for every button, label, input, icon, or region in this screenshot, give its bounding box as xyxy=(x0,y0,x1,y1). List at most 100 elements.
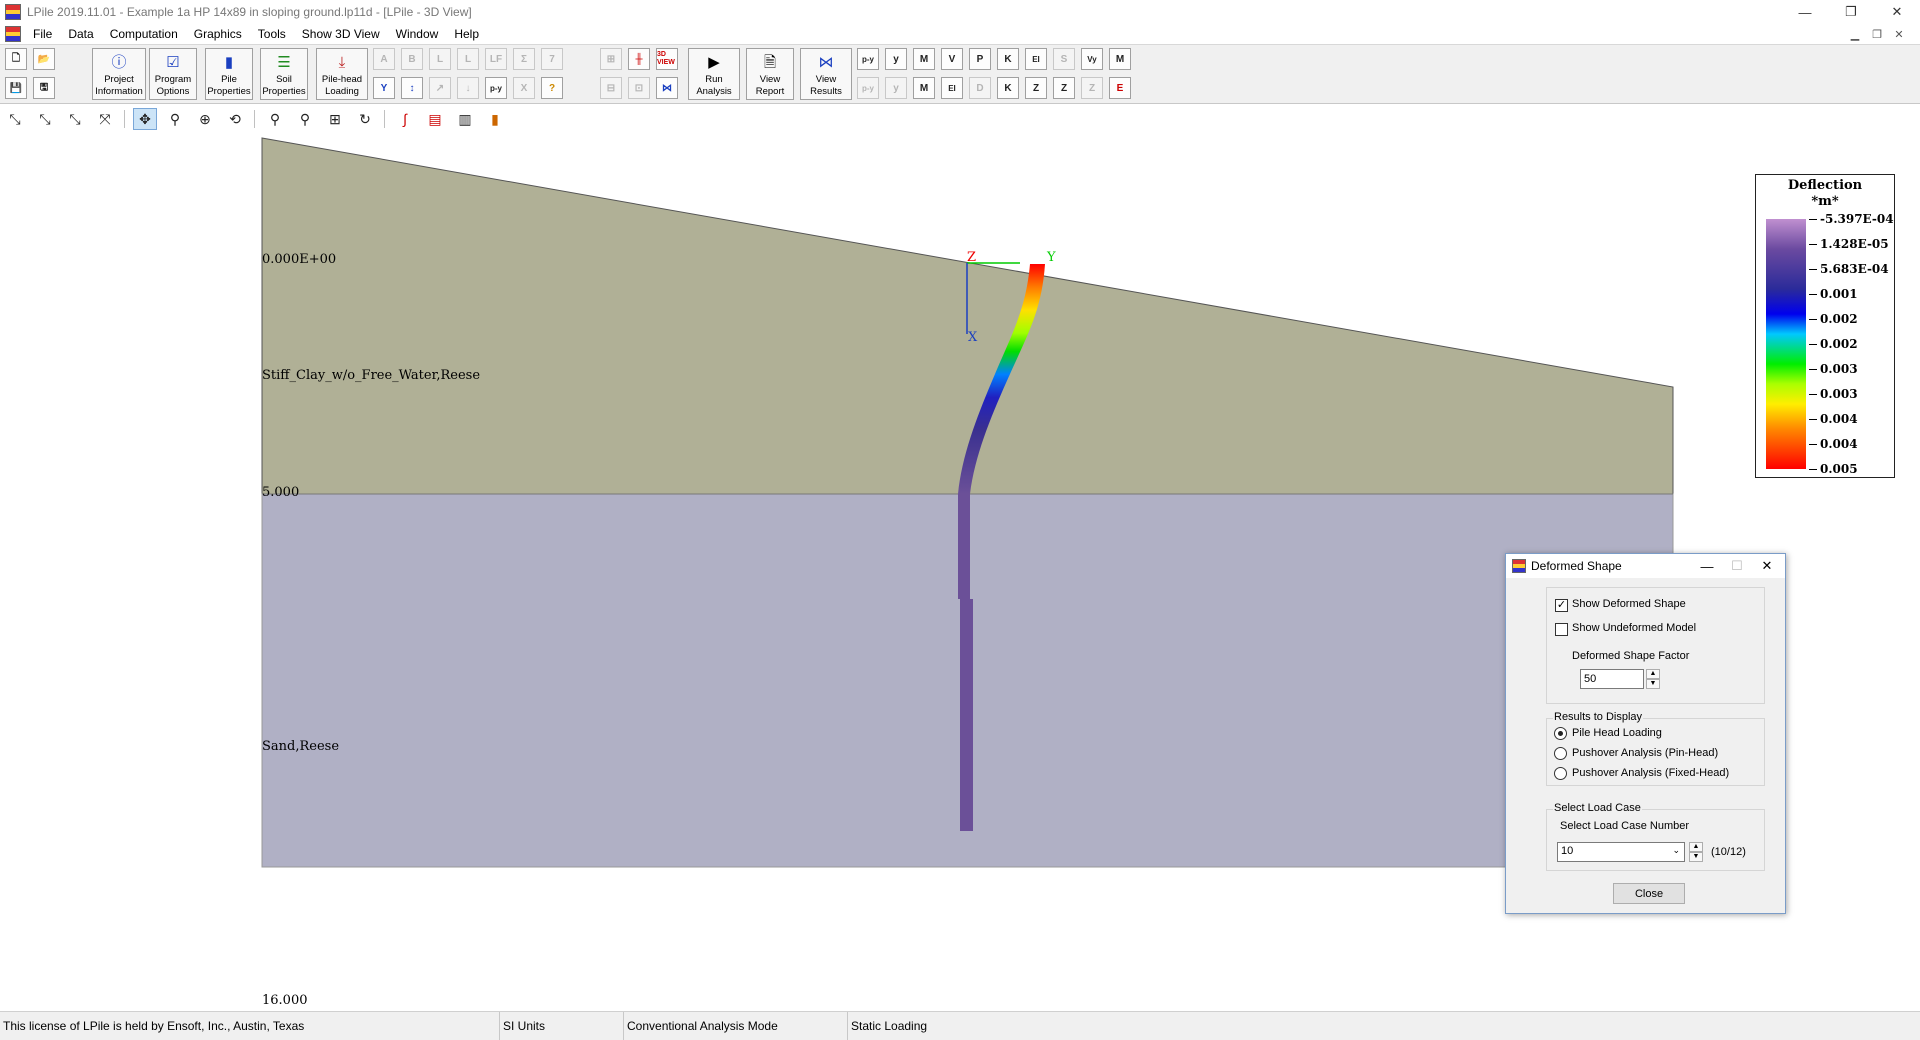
view-yz-icon[interactable]: ⤡ xyxy=(63,108,87,130)
toolbar-mid-12-icon[interactable]: p-y xyxy=(485,77,507,99)
document-icon[interactable] xyxy=(5,26,21,42)
ei-plot-2-icon[interactable]: EI xyxy=(941,77,963,99)
menu-file[interactable]: File xyxy=(25,24,60,44)
layer-properties-icon[interactable]: ▥ xyxy=(453,108,477,130)
save-icon[interactable]: 💾 xyxy=(5,77,27,99)
close-button[interactable]: Close xyxy=(1613,883,1685,904)
restore-icon[interactable]: ❐ xyxy=(1828,0,1874,24)
show-undeformed-label[interactable]: Show Undeformed Model xyxy=(1572,622,1696,634)
menu-tools[interactable]: Tools xyxy=(250,24,294,44)
deflection-plot-2-icon[interactable]: y xyxy=(885,77,907,99)
zoom-window-icon[interactable]: ⊞ xyxy=(323,108,347,130)
new-file-icon[interactable]: 🗋 xyxy=(5,48,27,70)
radio-pile-head-loading[interactable] xyxy=(1554,727,1567,740)
show-deformed-label[interactable]: Show Deformed Shape xyxy=(1572,598,1686,610)
load-case-select[interactable]: 10 ⌄ xyxy=(1557,842,1685,862)
toolbar-mid-2-icon[interactable]: B xyxy=(401,48,423,70)
toolbar-mid-10-icon[interactable]: ↗ xyxy=(429,77,451,99)
view-xy-icon[interactable]: ⤡ xyxy=(3,108,27,130)
ei-plot-icon[interactable]: EI xyxy=(1025,48,1047,70)
envelope-plot-icon[interactable]: E xyxy=(1109,77,1131,99)
toolbar-mid-11-icon[interactable]: ↓ xyxy=(457,77,479,99)
toolbar-mid-9-icon[interactable]: ↕ xyxy=(401,77,423,99)
load-case-spin-down-icon[interactable]: ▼ xyxy=(1689,852,1703,862)
radio-pushover-pin-head[interactable] xyxy=(1554,747,1567,760)
z-plot-3-icon[interactable]: Z xyxy=(1081,77,1103,99)
show-deformed-checkbox[interactable]: ✓ xyxy=(1555,599,1568,612)
deformed-shape-icon[interactable]: ∫ xyxy=(393,108,417,130)
deformed-factor-input[interactable] xyxy=(1580,669,1644,689)
radio-pile-head-loading-label[interactable]: Pile Head Loading xyxy=(1572,727,1662,739)
toolbar-mid-13-icon[interactable]: X xyxy=(513,77,535,99)
menu-show-3d-view[interactable]: Show 3D View xyxy=(294,24,388,44)
stress-plot-icon[interactable]: S xyxy=(1053,48,1075,70)
view-report-button[interactable]: 🗎 View Report xyxy=(746,48,794,100)
menu-computation[interactable]: Computation xyxy=(102,24,186,44)
view-results-button[interactable]: ⋈ View Results xyxy=(800,48,852,100)
deflection-plot-icon[interactable]: y xyxy=(885,48,907,70)
vy-plot-icon[interactable]: Vy xyxy=(1081,48,1103,70)
toolbar-mid-3-icon[interactable]: L xyxy=(429,48,451,70)
toolbar-grid-c-icon[interactable]: ⊡ xyxy=(628,77,650,99)
stiffness-plot-2-icon[interactable]: K xyxy=(997,77,1019,99)
toolbar-mid-8-icon[interactable]: Y xyxy=(373,77,395,99)
mdi-close-icon[interactable]: ✕ xyxy=(1890,26,1908,42)
color-legend-icon[interactable]: ▤ xyxy=(423,108,447,130)
view-iso-icon[interactable]: ⤧ xyxy=(93,108,117,130)
radio-pushover-fixed-head[interactable] xyxy=(1554,767,1567,780)
shear-plot-icon[interactable]: V xyxy=(941,48,963,70)
zoom-in-icon[interactable]: ⚲ xyxy=(263,108,287,130)
open-file-icon[interactable]: 📂 xyxy=(33,48,55,70)
refresh-icon[interactable]: ↻ xyxy=(353,108,377,130)
p-y-curve-icon[interactable]: p-y xyxy=(857,48,879,70)
pile-properties-button[interactable]: ▮ Pile Properties xyxy=(205,48,253,100)
radio-pushover-fixed-head-label[interactable]: Pushover Analysis (Fixed-Head) xyxy=(1572,767,1729,779)
toolbar-grid-a-icon[interactable]: ⊞ xyxy=(600,48,622,70)
toolbar-mid-7-icon[interactable]: 7 xyxy=(541,48,563,70)
close-window-icon[interactable]: ✕ xyxy=(1874,0,1920,24)
3d-view-icon[interactable]: 3D VIEW xyxy=(656,48,678,70)
menu-data[interactable]: Data xyxy=(60,24,101,44)
mdi-restore-icon[interactable]: ❐ xyxy=(1868,26,1886,42)
diagram-2-icon[interactable]: D xyxy=(969,77,991,99)
save-as-icon[interactable]: 🖫 xyxy=(33,77,55,99)
load-case-spin-up-icon[interactable]: ▲ xyxy=(1689,842,1703,852)
p-y-curve-2-icon[interactable]: p-y xyxy=(857,77,879,99)
toolbar-grid-b-icon[interactable]: ⊟ xyxy=(600,77,622,99)
zoom-out-icon[interactable]: ⚲ xyxy=(293,108,317,130)
mdi-minimize-icon[interactable]: ▁ xyxy=(1846,26,1864,42)
show-undeformed-checkbox[interactable] xyxy=(1555,623,1568,636)
toolbar-mid-1-icon[interactable]: A xyxy=(373,48,395,70)
scale-bar-icon[interactable]: ▮ xyxy=(483,108,507,130)
toolbar-mid-5-icon[interactable]: LF xyxy=(485,48,507,70)
z-plot-2-icon[interactable]: Z xyxy=(1053,77,1075,99)
dialog-minimize-icon[interactable]: — xyxy=(1692,554,1722,578)
pile-head-loading-button[interactable]: ⤓ Pile-head Loading xyxy=(316,48,368,100)
dialog-title-bar[interactable]: Deformed Shape — ☐ ✕ xyxy=(1506,554,1785,578)
soil-reaction-plot-icon[interactable]: P xyxy=(969,48,991,70)
dialog-close-icon[interactable]: ✕ xyxy=(1752,554,1782,578)
moment-plot-icon[interactable]: M xyxy=(913,48,935,70)
menu-help[interactable]: Help xyxy=(446,24,487,44)
mv-plot-icon[interactable]: M xyxy=(1109,48,1131,70)
program-options-button[interactable]: ☑ Program Options xyxy=(149,48,197,100)
pan-icon[interactable]: ✥ xyxy=(133,108,157,130)
project-information-button[interactable]: ⓘ Project Information xyxy=(92,48,146,100)
toolbar-mid-4-icon[interactable]: L xyxy=(457,48,479,70)
factor-spin-down-icon[interactable]: ▼ xyxy=(1646,679,1660,689)
z-plot-1-icon[interactable]: Z xyxy=(1025,77,1047,99)
radio-pushover-pin-head-label[interactable]: Pushover Analysis (Pin-Head) xyxy=(1572,747,1718,759)
toolbar-mid-14-icon[interactable]: ? xyxy=(541,77,563,99)
moment-plot-2-icon[interactable]: M xyxy=(913,77,935,99)
menu-window[interactable]: Window xyxy=(388,24,447,44)
view-xz-icon[interactable]: ⤡ xyxy=(33,108,57,130)
menu-graphics[interactable]: Graphics xyxy=(186,24,250,44)
toolbar-mid-6-icon[interactable]: Σ xyxy=(513,48,535,70)
stiffness-plot-icon[interactable]: K xyxy=(997,48,1019,70)
rotate-icon[interactable]: ⟲ xyxy=(223,108,247,130)
soil-properties-button[interactable]: ☰ Soil Properties xyxy=(260,48,308,100)
toolbar-grid-d-icon[interactable]: ⋈ xyxy=(656,77,678,99)
factor-spin-up-icon[interactable]: ▲ xyxy=(1646,669,1660,679)
zoom-fit-icon[interactable]: ⊕ xyxy=(193,108,217,130)
zoom-icon[interactable]: ⚲ xyxy=(163,108,187,130)
